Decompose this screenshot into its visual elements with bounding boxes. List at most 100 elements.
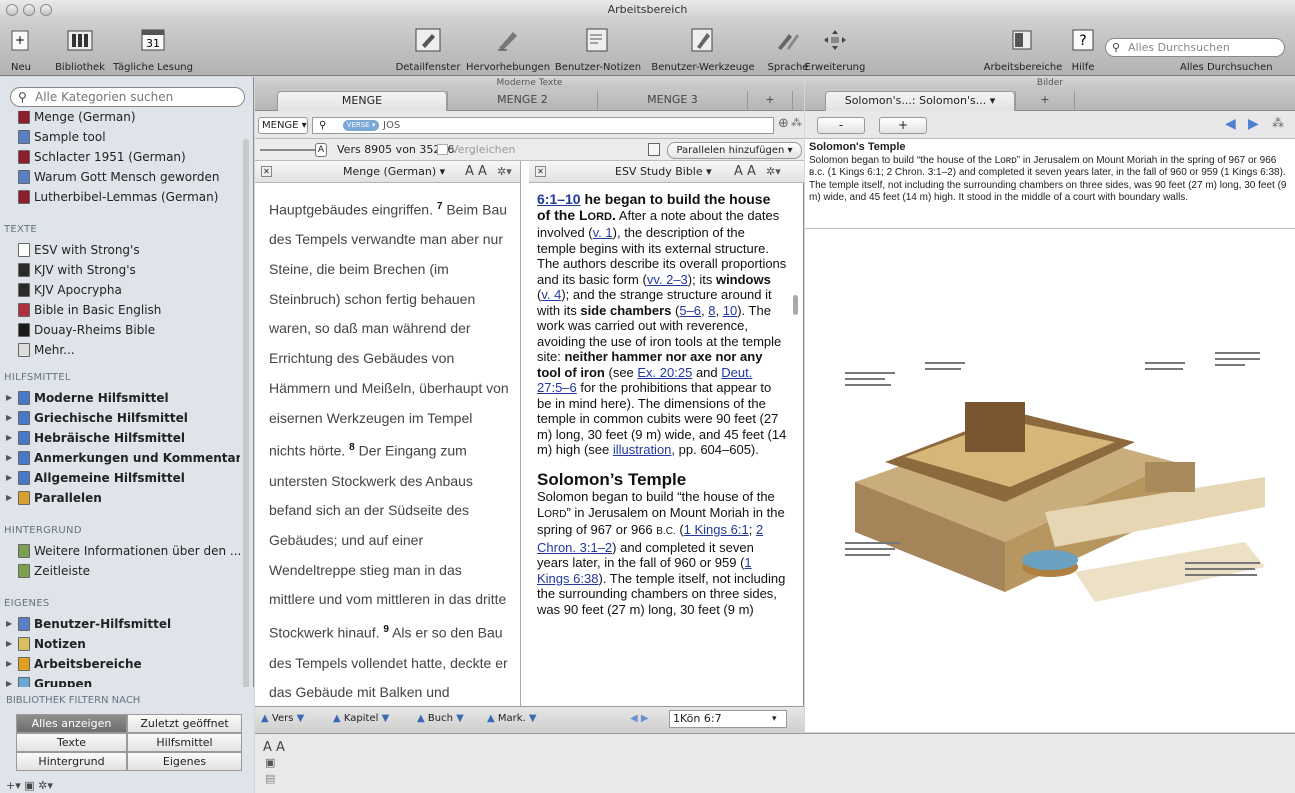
sidebar-tool-item-1[interactable]: ▶ Griechische Hilfsmittel <box>0 408 240 428</box>
new-button[interactable]: + Neu <box>6 26 36 73</box>
pane1-title[interactable]: Menge (German) ▾ <box>343 161 445 183</box>
pane-divider[interactable] <box>520 161 521 706</box>
disclosure-triangle-icon[interactable]: ▶ <box>6 428 12 448</box>
filter-show-all[interactable]: Alles anzeigen <box>16 714 127 733</box>
next-icon[interactable]: ▶ <box>1248 116 1259 132</box>
library-list[interactable]: Menge (German) Sample tool Schlacter 1951 … <box>0 111 240 721</box>
note-icon[interactable]: ▣ <box>265 756 275 769</box>
sidebar-tool-item-4[interactable]: ▶ Allgemeine Hilfsmittel <box>0 468 240 488</box>
cross-ref-link[interactable]: 5–6 <box>679 303 701 318</box>
cross-ref-link[interactable]: vv. 2–3 <box>647 272 688 287</box>
reference-field[interactable]: 1Kön 6:7 <box>669 710 787 728</box>
daily-reading-button[interactable]: 31 Tägliche Lesung <box>113 26 193 73</box>
chapter-nav[interactable]: ▲ Kapitel ▼ <box>333 707 389 731</box>
disclosure-triangle-icon[interactable]: ▶ <box>6 408 12 428</box>
close-window-button[interactable] <box>6 4 18 16</box>
cross-ref-link[interactable]: v. 4 <box>541 287 561 302</box>
tab-menge-3[interactable]: MENGE 3 <box>597 91 747 111</box>
sidebar-tool-item-3[interactable]: ▶ Anmerkungen und Kommentare <box>0 448 240 468</box>
verse-slider-knob[interactable]: A <box>315 143 327 157</box>
disclosure-triangle-icon[interactable]: ▶ <box>6 448 12 468</box>
font-size-icon[interactable]: A A <box>465 161 487 183</box>
user-notes-button[interactable]: Benutzer-Notizen <box>555 26 641 73</box>
minimize-window-button[interactable] <box>23 4 35 16</box>
translation-popup[interactable]: MENGE ▾ <box>258 117 308 134</box>
add-circle-icon[interactable]: ⊕ <box>778 116 789 131</box>
close-pane-icon[interactable]: ✕ <box>261 166 272 177</box>
disclosure-triangle-icon[interactable]: ▶ <box>6 388 12 408</box>
zoom-out-button[interactable]: - <box>817 117 865 134</box>
sidebar-text-item-3[interactable]: Bible in Basic English <box>0 300 240 320</box>
zoom-window-button[interactable] <box>40 4 52 16</box>
sidebar-bg-item-0[interactable]: Weitere Informationen über den ... <box>0 541 240 561</box>
cross-ref-link[interactable]: Ex. 20:25 <box>637 365 692 380</box>
tab-solomons-temple[interactable]: Solomon's...: Solomon's... ▾ <box>825 91 1015 111</box>
extension-button[interactable]: Erweiterung <box>805 26 865 73</box>
compare-checkbox[interactable] <box>437 144 448 155</box>
sidebar-own-item-1[interactable]: ▶ Notizen <box>0 634 240 654</box>
sidebar-text-item-1[interactable]: KJV with Strong's <box>0 260 240 280</box>
close-pane-icon[interactable]: ✕ <box>535 166 546 177</box>
verse-mode-pill[interactable]: VERSE ▾ <box>343 120 379 131</box>
link-icon[interactable]: ⁂ <box>791 116 802 129</box>
sidebar-item-1[interactable]: Sample tool <box>0 127 240 147</box>
back-forward-arrows[interactable]: ◀ ▶ <box>630 707 649 731</box>
sidebar-bg-item-1[interactable]: Zeitleiste <box>0 561 240 581</box>
user-tools-button[interactable]: Benutzer-Werkzeuge <box>651 26 755 73</box>
disclosure-triangle-icon[interactable]: ▶ <box>6 614 12 634</box>
pane2-title[interactable]: ESV Study Bible ▾ <box>615 161 712 183</box>
detail-window-button[interactable]: Detailfenster <box>396 26 460 73</box>
verse-nav[interactable]: ▲ Vers ▼ <box>261 707 304 731</box>
gear-icon[interactable]: ✲▾ <box>497 161 512 183</box>
sidebar-text-item-2[interactable]: KJV Apocrypha <box>0 280 240 300</box>
tab-menge-2[interactable]: MENGE 2 <box>447 91 597 111</box>
verse-ref-link[interactable]: 6:1–10 <box>537 191 581 207</box>
sidebar-text-item-5[interactable]: Mehr... <box>0 340 240 360</box>
filter-texts[interactable]: Texte <box>16 733 127 752</box>
cross-ref-link[interactable]: illustration <box>613 442 672 457</box>
cross-ref-link[interactable]: v. 1 <box>593 225 613 240</box>
cross-ref-link[interactable]: 8 <box>708 303 715 318</box>
font-size-icon[interactable]: A A <box>734 161 756 183</box>
link-icon[interactable]: ⁂ <box>1272 116 1284 130</box>
cross-ref-link[interactable]: 10 <box>723 303 737 318</box>
sidebar-tool-item-0[interactable]: ▶ Moderne Hilfsmittel <box>0 388 240 408</box>
mark-nav[interactable]: ▲ Mark. ▼ <box>487 707 537 731</box>
zoom-in-button[interactable]: + <box>879 117 927 134</box>
disclosure-triangle-icon[interactable]: ▶ <box>6 468 12 488</box>
sidebar-item-2[interactable]: Schlacter 1951 (German) <box>0 147 240 167</box>
add-tab-button[interactable]: + <box>747 91 793 111</box>
category-search-input[interactable]: ⚲ Alle Kategorien suchen <box>10 87 245 107</box>
help-button[interactable]: ? Hilfe <box>1068 26 1098 73</box>
chevron-down-icon[interactable]: ▾ <box>772 707 777 731</box>
filter-background[interactable]: Hintergrund <box>16 752 127 771</box>
filter-tools[interactable]: Hilfsmittel <box>127 733 242 752</box>
gear-icon[interactable]: ✲▾ <box>766 161 781 183</box>
sidebar-item-0[interactable]: Menge (German) <box>0 111 240 127</box>
sidebar-item-4[interactable]: Lutherbibel-Lemmas (German) <box>0 187 240 207</box>
pane2-scrollbar[interactable] <box>793 295 798 315</box>
sidebar-tool-item-5[interactable]: ▶ Parallelen <box>0 488 240 508</box>
workspaces-button[interactable]: Arbeitsbereiche <box>984 26 1062 73</box>
verse-slider-track[interactable] <box>260 149 318 151</box>
sidebar-own-item-0[interactable]: ▶ Benutzer-Hilfsmittel <box>0 614 240 634</box>
global-search-input[interactable]: ⚲ Alles Durchsuchen <box>1105 38 1285 57</box>
sidebar-own-item-2[interactable]: ▶ Arbeitsbereiche <box>0 654 240 674</box>
library-button[interactable]: Bibliothek <box>55 26 105 73</box>
disclosure-triangle-icon[interactable]: ▶ <box>6 654 12 674</box>
add-parallel-button[interactable]: Parallelen hinzufügen ▾ <box>667 142 802 159</box>
sidebar-scrollbar[interactable] <box>243 139 249 759</box>
passage-search-input[interactable]: ⚲ VERSE ▾ JOS <box>312 117 774 134</box>
sidebar-text-item-0[interactable]: ESV with Strong's <box>0 240 240 260</box>
cross-ref-link[interactable]: 1 Kings 6:1 <box>684 522 749 537</box>
book-nav[interactable]: ▲ Buch ▼ <box>417 707 464 731</box>
add-tab-button[interactable]: + <box>1015 91 1075 111</box>
filter-recent[interactable]: Zuletzt geöffnet <box>127 714 242 733</box>
previous-icon[interactable]: ◀ <box>1225 116 1236 132</box>
highlights-button[interactable]: Hervorhebungen <box>466 26 550 73</box>
tab-menge[interactable]: MENGE <box>277 91 447 111</box>
disclosure-triangle-icon[interactable]: ▶ <box>6 634 12 654</box>
sidebar-tool-item-2[interactable]: ▶ Hebräische Hilfsmittel <box>0 428 240 448</box>
sidebar-actions[interactable]: +▾ ▣ ✲▾ <box>6 779 53 792</box>
sidebar-text-item-4[interactable]: Douay-Rheims Bible <box>0 320 240 340</box>
